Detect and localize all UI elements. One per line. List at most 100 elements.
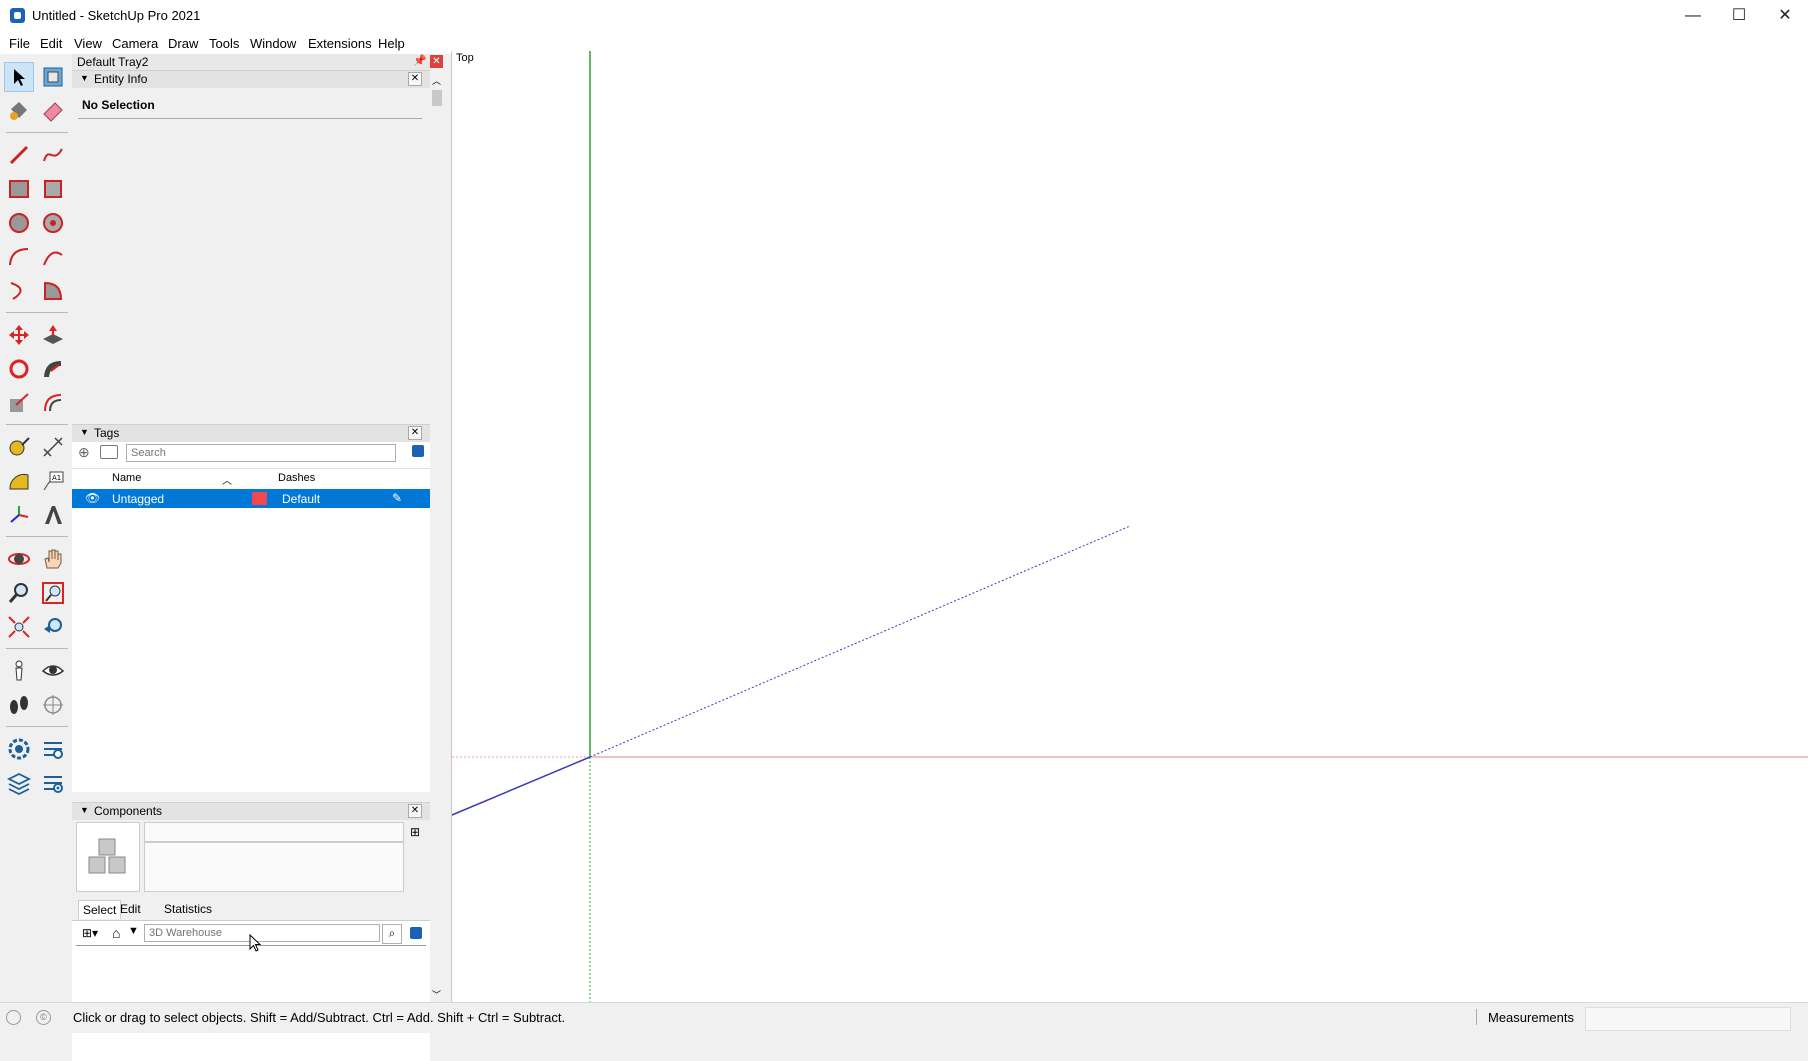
rotated-rectangle-icon[interactable] <box>38 174 68 204</box>
column-name[interactable]: Name <box>112 472 141 484</box>
walk-icon[interactable] <box>4 690 34 720</box>
close-window-button[interactable]: ✕ <box>1762 0 1808 32</box>
menu-draw[interactable]: Draw <box>168 36 198 51</box>
collapse-triangle-icon[interactable]: ▼ <box>80 805 89 815</box>
dimension-icon[interactable] <box>38 432 68 462</box>
zoom-icon[interactable] <box>4 578 34 608</box>
menu-tools[interactable]: Tools <box>209 36 239 51</box>
add-tag-icon[interactable]: ⊕ <box>78 444 90 461</box>
component-name-field[interactable] <box>144 822 404 842</box>
three-point-arc-icon[interactable] <box>4 276 34 306</box>
line-tool-icon[interactable] <box>4 140 34 170</box>
search-icon[interactable]: ⌕ <box>382 924 402 944</box>
menu-file[interactable]: File <box>9 36 30 51</box>
home-icon[interactable]: ⌂ <box>112 925 120 941</box>
tags-header[interactable]: ▼ Tags ✕ <box>72 424 430 442</box>
menu-camera[interactable]: Camera <box>112 36 158 51</box>
follow-me-icon[interactable] <box>38 354 68 384</box>
zoom-window-icon[interactable] <box>38 578 68 608</box>
extension-manager-icon[interactable] <box>38 734 68 764</box>
chevron-down-icon[interactable]: ▼ <box>128 925 139 937</box>
status-bar: © Click or drag to select objects. Shift… <box>0 1002 1808 1033</box>
scale-icon[interactable] <box>4 388 34 418</box>
add-folder-icon[interactable] <box>100 445 118 459</box>
text-tool-icon[interactable]: A1 <box>38 466 68 496</box>
tag-dashes[interactable]: Default <box>282 492 320 506</box>
tab-edit[interactable]: Edit <box>120 902 141 916</box>
freehand-icon[interactable] <box>38 140 68 170</box>
tag-name[interactable]: Untagged <box>112 492 164 506</box>
menu-edit[interactable]: Edit <box>40 36 62 51</box>
details-arrow-icon[interactable] <box>412 445 424 457</box>
layout-send-icon[interactable] <box>38 768 68 798</box>
make-component-icon[interactable] <box>38 62 68 92</box>
component-description-field[interactable] <box>144 842 404 892</box>
maximize-button[interactable]: ☐ <box>1716 0 1762 32</box>
collapse-triangle-icon[interactable]: ▼ <box>80 427 89 437</box>
circle-icon[interactable] <box>4 208 34 238</box>
close-tray-button[interactable]: ✕ <box>430 55 443 68</box>
orbit-icon[interactable] <box>4 544 34 574</box>
offset-icon[interactable] <box>38 388 68 418</box>
menu-window[interactable]: Window <box>250 36 296 51</box>
credits-icon[interactable]: © <box>36 1010 51 1025</box>
column-dashes[interactable]: Dashes <box>278 472 315 484</box>
pie-icon[interactable] <box>38 276 68 306</box>
menu-view[interactable]: View <box>74 36 102 51</box>
sort-ascending-icon[interactable]: ︿ <box>222 472 232 487</box>
entity-info-title: Entity Info <box>94 72 148 86</box>
visibility-eye-icon[interactable]: 👁 <box>85 491 100 505</box>
create-material-icon[interactable]: ⊞ <box>410 825 420 839</box>
tab-statistics[interactable]: Statistics <box>164 902 212 916</box>
menu-extensions[interactable]: Extensions <box>308 36 372 51</box>
blue-axis-negative <box>589 525 1131 758</box>
previous-view-icon[interactable] <box>38 612 68 642</box>
scroll-up-icon[interactable]: ︿ <box>432 74 441 87</box>
minimize-button[interactable]: — <box>1670 0 1716 32</box>
extension-warehouse-icon[interactable] <box>4 734 34 764</box>
view-options-icon[interactable]: ⊞▾ <box>82 926 98 940</box>
position-camera-icon[interactable] <box>4 656 34 686</box>
zoom-extents-icon[interactable] <box>4 612 34 642</box>
look-around-icon[interactable] <box>38 656 68 686</box>
eraser-icon[interactable] <box>38 96 68 126</box>
close-panel-icon[interactable]: ✕ <box>408 804 422 818</box>
tags-search-input[interactable] <box>126 444 396 462</box>
3d-warehouse-icon[interactable] <box>4 768 34 798</box>
measurements-input[interactable] <box>1585 1007 1791 1031</box>
geolocation-icon[interactable] <box>6 1010 21 1025</box>
axes-icon[interactable] <box>4 500 34 530</box>
collapse-triangle-icon[interactable]: ▼ <box>80 73 89 83</box>
pin-icon[interactable]: 📌 <box>413 54 427 67</box>
drawing-viewport[interactable]: Top <box>249 51 1808 1002</box>
move-icon[interactable] <box>4 320 34 350</box>
scroll-thumb[interactable] <box>432 90 442 106</box>
select-tool-icon[interactable] <box>4 62 34 92</box>
edit-pencil-icon[interactable]: ✎ <box>392 491 402 505</box>
tape-measure-icon[interactable] <box>4 432 34 462</box>
3d-text-icon[interactable] <box>38 500 68 530</box>
tag-row-untagged[interactable]: 👁 Untagged Default ✎ <box>72 489 430 508</box>
blue-axis <box>452 756 591 816</box>
rectangle-icon[interactable] <box>4 174 34 204</box>
section-plane-icon[interactable] <box>38 690 68 720</box>
close-panel-icon[interactable]: ✕ <box>408 72 422 86</box>
menu-help[interactable]: Help <box>378 36 405 51</box>
tag-color-swatch[interactable] <box>252 492 267 505</box>
divider <box>78 118 422 119</box>
arc-icon[interactable] <box>4 242 34 272</box>
pan-icon[interactable] <box>38 544 68 574</box>
details-arrow-icon[interactable] <box>410 927 422 939</box>
protractor-icon[interactable] <box>4 466 34 496</box>
components-header[interactable]: ▼ Components ✕ <box>72 802 430 820</box>
rotate-icon[interactable] <box>4 354 34 384</box>
polygon-icon[interactable] <box>38 208 68 238</box>
close-panel-icon[interactable]: ✕ <box>408 426 422 440</box>
tab-select[interactable]: Select <box>78 900 122 919</box>
push-pull-icon[interactable] <box>38 320 68 350</box>
tray-scrollbar[interactable]: ︿ ﹀ <box>430 70 444 1002</box>
entity-info-header[interactable]: ▼ Entity Info ✕ <box>72 70 430 88</box>
paint-bucket-icon[interactable] <box>4 96 34 126</box>
scroll-down-icon[interactable]: ﹀ <box>432 988 441 1001</box>
two-point-arc-icon[interactable] <box>38 242 68 272</box>
